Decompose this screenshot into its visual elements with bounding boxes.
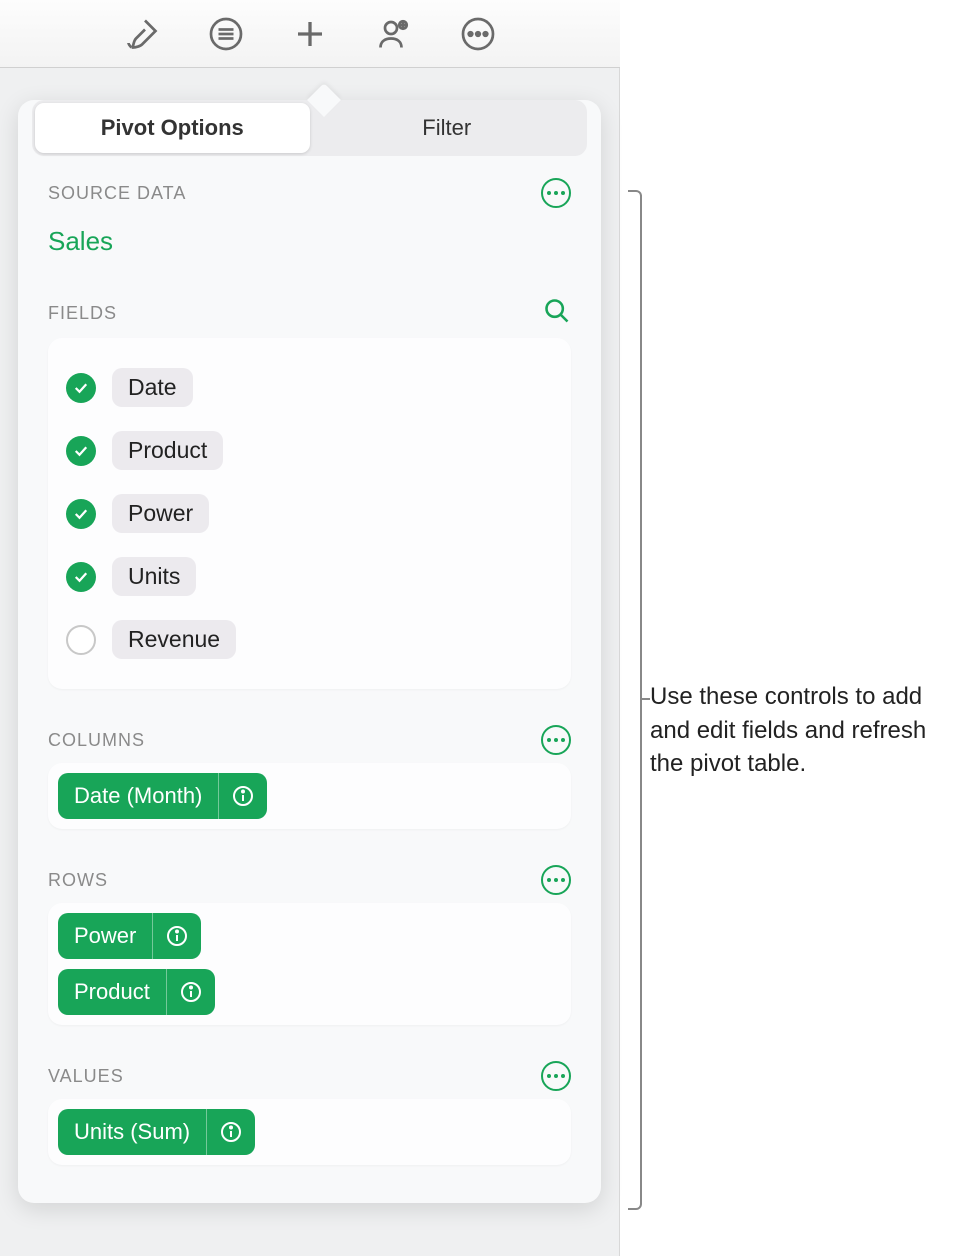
rows-well[interactable]: Power Product <box>48 903 571 1025</box>
pivot-panel: Pivot Options Filter SOURCE DATA Sales F… <box>18 100 601 1203</box>
field-row-product: Product <box>66 419 553 482</box>
values-well[interactable]: Units (Sum) <box>48 1099 571 1165</box>
chip-date-month[interactable]: Date (Month) <box>58 773 267 819</box>
fields-section: FIELDS Date Product Power <box>18 271 601 703</box>
chip-label: Date (Month) <box>58 773 218 819</box>
field-row-units: Units <box>66 545 553 608</box>
callout-text: Use these controls to add and edit field… <box>650 680 960 781</box>
tab-bar: Pivot Options Filter <box>32 100 587 156</box>
columns-well[interactable]: Date (Month) <box>48 763 571 829</box>
field-pill[interactable]: Date <box>112 368 193 407</box>
info-icon[interactable] <box>152 913 201 959</box>
callout-tick <box>640 698 650 700</box>
format-brush-icon[interactable] <box>124 16 160 52</box>
more-icon[interactable] <box>460 16 496 52</box>
info-icon[interactable] <box>206 1109 255 1155</box>
values-section: VALUES Units (Sum) <box>18 1039 601 1179</box>
source-data-more-button[interactable] <box>541 178 571 208</box>
rows-more-button[interactable] <box>541 865 571 895</box>
field-pill[interactable]: Units <box>112 557 196 596</box>
field-pill[interactable]: Product <box>112 431 223 470</box>
field-checkbox[interactable] <box>66 373 96 403</box>
fields-label: FIELDS <box>48 303 117 324</box>
field-checkbox[interactable] <box>66 436 96 466</box>
chip-units-sum[interactable]: Units (Sum) <box>58 1109 255 1155</box>
field-row-revenue: Revenue <box>66 608 553 671</box>
source-data-section: SOURCE DATA Sales <box>18 174 601 271</box>
tab-pivot-options[interactable]: Pivot Options <box>35 103 310 153</box>
columns-more-button[interactable] <box>541 725 571 755</box>
fields-list: Date Product Power Units Revenue <box>48 338 571 689</box>
values-more-button[interactable] <box>541 1061 571 1091</box>
field-checkbox[interactable] <box>66 499 96 529</box>
info-icon[interactable] <box>218 773 267 819</box>
field-checkbox[interactable] <box>66 625 96 655</box>
list-icon[interactable] <box>208 16 244 52</box>
field-row-power: Power <box>66 482 553 545</box>
chip-power[interactable]: Power <box>58 913 201 959</box>
rows-section: ROWS Power Product <box>18 843 601 1039</box>
rows-label: ROWS <box>48 870 108 891</box>
callout-bracket <box>628 190 642 1210</box>
add-icon[interactable] <box>292 16 328 52</box>
chip-label: Power <box>58 913 152 959</box>
chip-label: Units (Sum) <box>58 1109 206 1155</box>
field-pill[interactable]: Power <box>112 494 209 533</box>
sidebar-panel-wrap: Pivot Options Filter SOURCE DATA Sales F… <box>0 68 620 1256</box>
field-checkbox[interactable] <box>66 562 96 592</box>
toolbar <box>0 0 620 68</box>
tab-filter[interactable]: Filter <box>310 103 585 153</box>
source-data-label: SOURCE DATA <box>48 183 186 204</box>
chip-product[interactable]: Product <box>58 969 215 1015</box>
field-row-date: Date <box>66 356 553 419</box>
columns-section: COLUMNS Date (Month) <box>18 703 601 843</box>
columns-label: COLUMNS <box>48 730 145 751</box>
values-label: VALUES <box>48 1066 124 1087</box>
field-pill[interactable]: Revenue <box>112 620 236 659</box>
collaborate-icon[interactable] <box>376 16 412 52</box>
source-data-name[interactable]: Sales <box>48 226 571 257</box>
info-icon[interactable] <box>166 969 215 1015</box>
chip-label: Product <box>58 969 166 1015</box>
search-icon[interactable] <box>543 297 571 330</box>
